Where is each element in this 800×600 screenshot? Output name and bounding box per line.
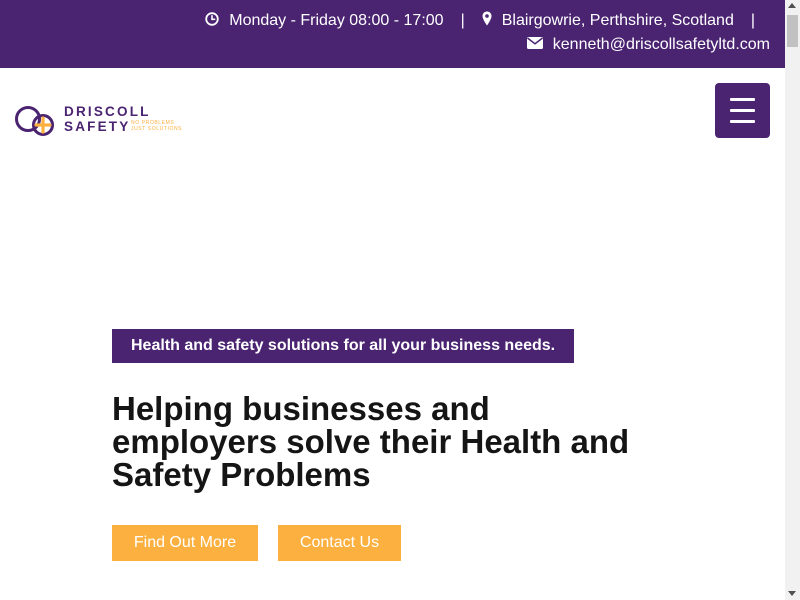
menu-toggle-button[interactable] [715,83,770,138]
hero-headline: Helping businesses and employers solve t… [112,390,630,493]
separator: | [750,12,755,29]
scrollbar-thumb[interactable] [787,15,798,47]
logo-line2: SAFETY [64,119,130,134]
driscoll-safety-logo[interactable]: DRISCOLL SAFETY NO PROBLEMS JUST SOLUTIO… [15,98,190,140]
top-info-row: Monday - Friday 08:00 - 17:00 | Blairgow… [205,11,755,31]
top-info-bar: Monday - Friday 08:00 - 17:00 | Blairgow… [0,0,785,68]
logo-tagline2: JUST SOLUTIONS [131,126,182,132]
hero-tagline: Health and safety solutions for all your… [112,329,575,363]
location-text: Blairgowrie, Perthshire, Scotland [501,12,734,29]
email-link[interactable]: kenneth@driscollsafetyltd.com [553,36,770,54]
envelope-icon [526,36,543,54]
contact-us-button[interactable]: Contact Us [278,525,401,561]
top-email-row: kenneth@driscollsafetyltd.com [526,36,770,54]
separator: | [460,12,465,29]
page-scrollbar[interactable] [785,0,800,600]
find-out-more-button[interactable]: Find Out More [112,525,258,561]
business-hours: Monday - Friday 08:00 - 17:00 [229,12,444,29]
clock-icon [205,11,219,31]
logo-line1: DRISCOLL [64,104,151,119]
scroll-down-arrow-icon[interactable] [788,591,796,596]
scroll-up-arrow-icon[interactable] [788,3,796,8]
page: Monday - Friday 08:00 - 17:00 | Blairgow… [0,0,785,600]
map-marker-icon [482,11,492,31]
